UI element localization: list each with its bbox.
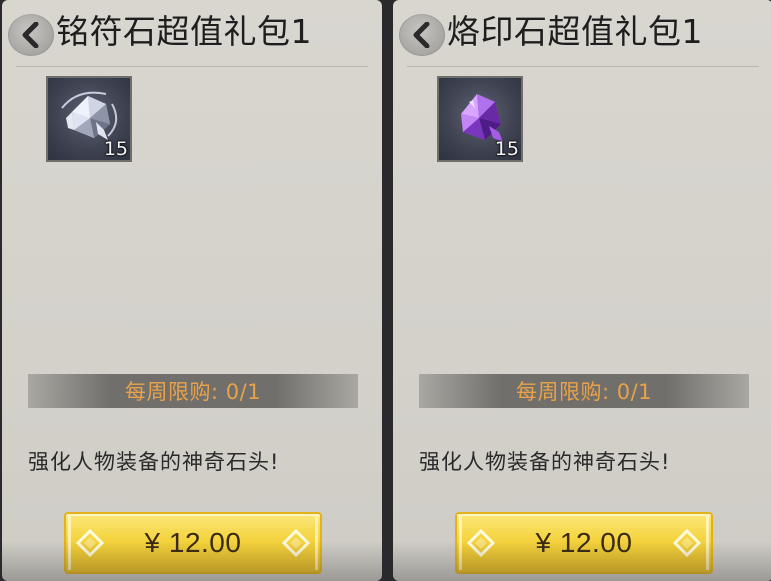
price-label: ¥ 12.00 (144, 527, 242, 558)
pack-card-brandstone: 烙印石超值礼包1 15 每周限购: 0/1 强化人物装备的神奇石头! ¥ 12.… (393, 0, 771, 581)
item-quantity: 15 (103, 138, 128, 160)
pack-title: 铭符石超值礼包1 (56, 12, 312, 51)
weekly-limit-text: 每周限购: 0/1 (124, 380, 262, 404)
pack-description: 强化人物装备的神奇石头! (28, 450, 280, 474)
back-button[interactable] (8, 14, 54, 56)
diamond-ornament-icon (672, 516, 709, 570)
title-divider (407, 66, 759, 67)
item-slot[interactable]: 15 (437, 76, 523, 162)
buy-button[interactable]: ¥ 12.00 (455, 512, 713, 574)
item-slot[interactable]: 15 (46, 76, 132, 162)
price-label: ¥ 12.00 (535, 527, 633, 558)
pack-title: 烙印石超值礼包1 (447, 12, 703, 51)
weekly-limit-bar: 每周限购: 0/1 (419, 374, 749, 408)
pack-description: 强化人物装备的神奇石头! (419, 450, 671, 474)
item-quantity: 15 (494, 138, 519, 160)
diamond-ornament-icon (68, 516, 105, 570)
weekly-limit-bar: 每周限购: 0/1 (28, 374, 358, 408)
pack-card-runestone: 铭符石超值礼包1 15 每周限购: 0/1 强化人物装备的神奇石头! ¥ 12.… (2, 0, 382, 581)
buy-button[interactable]: ¥ 12.00 (64, 512, 322, 574)
title-divider (16, 66, 368, 67)
chevron-left-icon (22, 22, 39, 48)
weekly-limit-text: 每周限购: 0/1 (515, 380, 653, 404)
diamond-ornament-icon (281, 516, 318, 570)
chevron-left-icon (413, 22, 430, 48)
diamond-ornament-icon (459, 516, 496, 570)
back-button[interactable] (399, 14, 445, 56)
